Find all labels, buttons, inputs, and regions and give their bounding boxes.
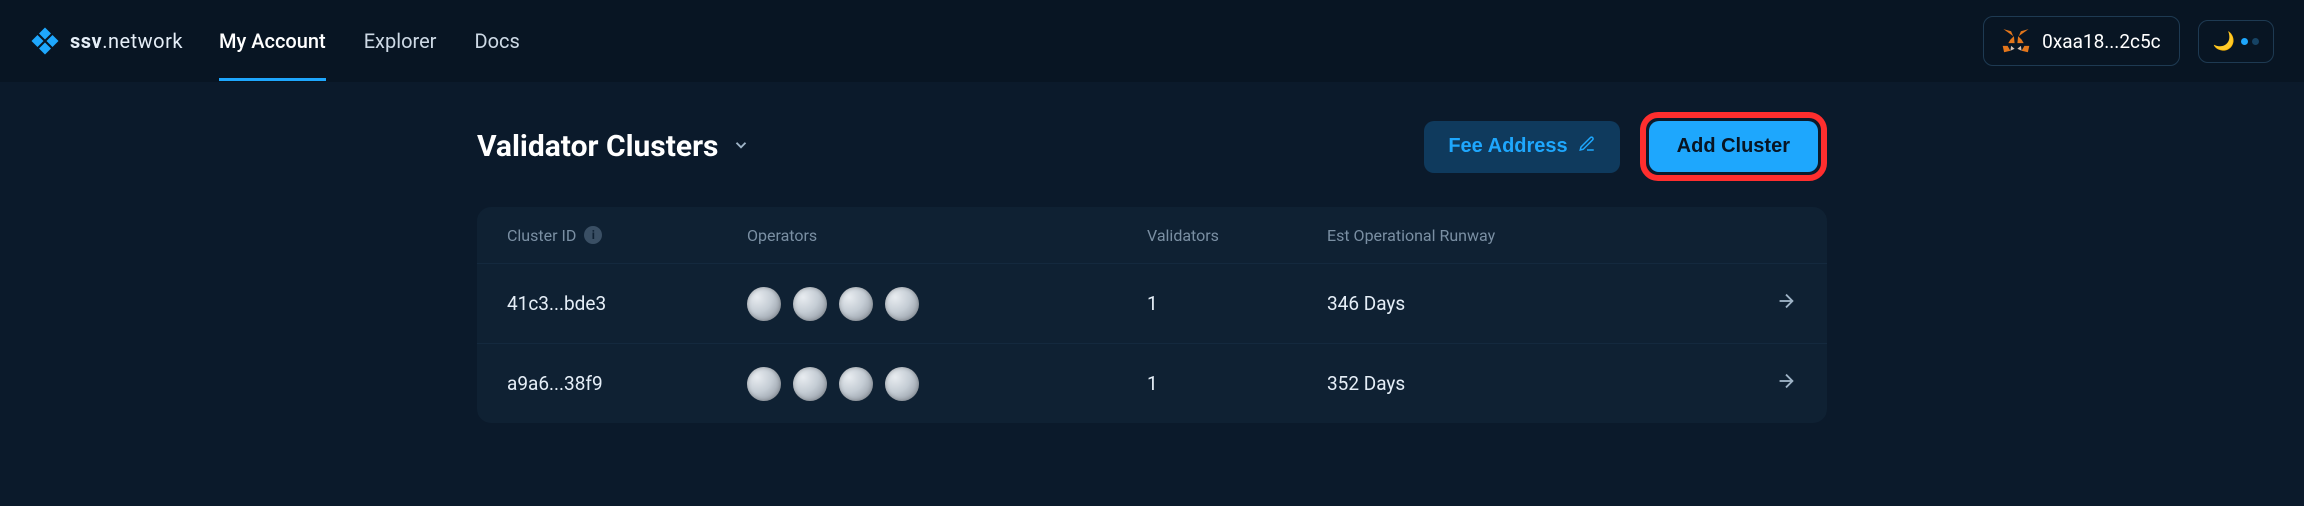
fee-address-label: Fee Address: [1448, 135, 1567, 158]
moon-icon: 🌙: [2213, 31, 2235, 52]
logo-text: ssv.network: [70, 29, 183, 53]
edit-icon: [1578, 135, 1596, 159]
operator-avatar-icon: [747, 367, 781, 401]
table-row[interactable]: 41c3...bde3 1 346 Days: [477, 263, 1827, 343]
operator-avatar-icon: [839, 287, 873, 321]
chevron-down-icon: [732, 136, 750, 158]
operator-avatar-icon: [885, 287, 919, 321]
wallet-fox-icon: [2002, 27, 2030, 55]
info-icon[interactable]: i: [584, 226, 602, 244]
cell-validators: 1: [1147, 292, 1327, 315]
nav-explorer[interactable]: Explorer: [364, 1, 437, 81]
page-header: Validator Clusters Fee Address: [477, 112, 1827, 181]
cell-runway: 352 Days: [1327, 372, 1707, 395]
operator-avatar-icon: [793, 367, 827, 401]
page-actions: Fee Address Add Cluster: [1424, 112, 1827, 181]
top-navigation: ssv.network My Account Explorer Docs: [0, 0, 2304, 82]
cell-operators: [747, 367, 1147, 401]
logo[interactable]: ssv.network: [30, 26, 183, 56]
th-validators: Validators: [1147, 226, 1327, 245]
cell-cluster-id: 41c3...bde3: [507, 292, 747, 315]
main-nav: My Account Explorer Docs: [219, 1, 520, 81]
table-header: Cluster ID i Operators Validators Est Op…: [477, 207, 1827, 263]
page-content: Validator Clusters Fee Address: [0, 82, 2304, 423]
table-row[interactable]: a9a6...38f9 1 352 Days: [477, 343, 1827, 423]
page-title-group[interactable]: Validator Clusters: [477, 129, 750, 164]
operator-avatar-icon: [839, 367, 873, 401]
operator-avatar-icon: [747, 287, 781, 321]
operator-avatar-icon: [793, 287, 827, 321]
nav-docs[interactable]: Docs: [474, 1, 519, 81]
highlight-ring: Add Cluster: [1640, 112, 1827, 181]
page-title: Validator Clusters: [477, 129, 718, 164]
theme-toggle[interactable]: 🌙: [2198, 20, 2274, 63]
th-operators: Operators: [747, 226, 1147, 245]
clusters-table: Cluster ID i Operators Validators Est Op…: [477, 207, 1827, 423]
cell-runway: 346 Days: [1327, 292, 1707, 315]
th-cluster-id: Cluster ID i: [507, 226, 747, 245]
cell-cluster-id: a9a6...38f9: [507, 372, 747, 395]
topbar-right: 0xaa18...2c5c 🌙: [1983, 16, 2274, 66]
wallet-address: 0xaa18...2c5c: [2042, 30, 2160, 53]
topbar-left: ssv.network My Account Explorer Docs: [30, 1, 520, 81]
add-cluster-button[interactable]: Add Cluster: [1649, 121, 1818, 172]
nav-my-account[interactable]: My Account: [219, 1, 326, 81]
arrow-right-icon: [1737, 370, 1797, 397]
fee-address-button[interactable]: Fee Address: [1424, 121, 1619, 173]
cell-operators: [747, 287, 1147, 321]
th-runway: Est Operational Runway: [1327, 226, 1707, 245]
cell-validators: 1: [1147, 372, 1327, 395]
theme-dots-icon: [2241, 38, 2259, 45]
wallet-chip[interactable]: 0xaa18...2c5c: [1983, 16, 2179, 66]
logo-icon: [30, 26, 60, 56]
container: Validator Clusters Fee Address: [477, 112, 1827, 423]
arrow-right-icon: [1737, 290, 1797, 317]
operator-avatar-icon: [885, 367, 919, 401]
